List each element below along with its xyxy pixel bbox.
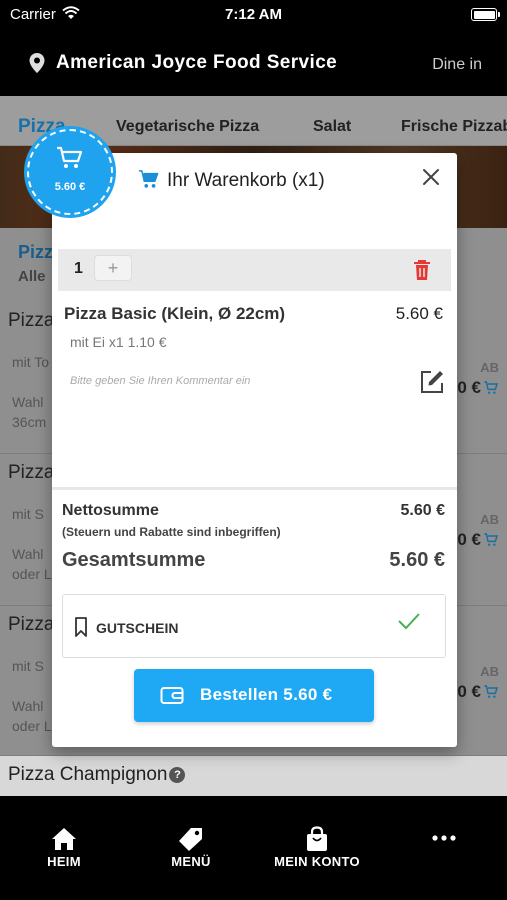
- product-description: mit To: [12, 354, 50, 370]
- category-tab-salad[interactable]: Salat: [313, 118, 351, 136]
- status-bar: Carrier 7:12 AM: [0, 0, 507, 30]
- increase-quantity-button[interactable]: +: [94, 255, 132, 281]
- category-filter[interactable]: Alle: [18, 268, 46, 285]
- add-to-cart-icon[interactable]: [483, 684, 499, 705]
- close-icon[interactable]: [421, 167, 441, 187]
- trash-icon[interactable]: [413, 259, 431, 286]
- voucher-label: GUTSCHEIN: [96, 620, 179, 636]
- product-price: 0 €: [457, 378, 481, 397]
- grand-total-value: 5.60 €: [389, 549, 445, 571]
- cart-badge-amount: 5.60 €: [54, 181, 86, 193]
- home-icon: [52, 828, 76, 850]
- product-description: mit S: [12, 658, 44, 674]
- more-icon: [432, 835, 456, 841]
- voucher-field[interactable]: GUTSCHEIN: [62, 594, 446, 658]
- info-icon[interactable]: ?: [169, 767, 186, 783]
- product-options: Wahl oder L: [12, 546, 52, 582]
- wallet-icon: [160, 685, 184, 710]
- clock: 7:12 AM: [225, 6, 282, 23]
- cart-item-quantity-row: 1 +: [58, 249, 451, 291]
- cart-item-price: 5.60 €: [395, 304, 443, 323]
- cart-icon: [56, 146, 84, 175]
- category-title: Pizz: [18, 242, 54, 262]
- product-name: Pizza: [8, 310, 55, 331]
- cart-total-badge[interactable]: 5.60 €: [24, 126, 116, 218]
- grand-total-label: Gesamtsumme: [62, 549, 206, 571]
- tax-note: (Steuern und Rabatte sind inbegriffen): [62, 525, 281, 539]
- item-quantity: 1: [74, 260, 83, 277]
- price-prefix: AB: [480, 360, 499, 375]
- tab-menu[interactable]: MENÜ: [141, 826, 241, 869]
- product-price: 0 €: [457, 682, 481, 701]
- order-button[interactable]: Bestellen 5.60 €: [134, 669, 374, 722]
- bookmark-icon: [74, 617, 88, 642]
- cart-item-option: mit Ei x1 1.10 €: [70, 334, 167, 350]
- product-name: Pizza Champignon?: [8, 764, 186, 786]
- product-name: Pizza: [8, 462, 55, 483]
- app-header: American Joyce Food Service Dine in: [0, 30, 507, 96]
- bottom-tab-bar: HEIM MENÜ MEIN KONTO: [0, 796, 507, 900]
- edit-comment-icon[interactable]: [419, 369, 445, 400]
- price-prefix: AB: [480, 664, 499, 679]
- cart-item-name: Pizza Basic (Klein, Ø 22cm): [64, 304, 286, 323]
- price-prefix: AB: [480, 512, 499, 527]
- location-pin-icon[interactable]: [28, 52, 46, 79]
- category-tab-vegetarian[interactable]: Vegetarische Pizza: [116, 118, 259, 136]
- tag-icon: [179, 828, 202, 851]
- dine-mode-toggle[interactable]: Dine in: [432, 56, 482, 74]
- cart-icon: [138, 168, 160, 195]
- restaurant-name[interactable]: American Joyce Food Service: [56, 52, 337, 74]
- product-card[interactable]: Pizza Champignon?: [0, 756, 507, 796]
- product-description: mit S: [12, 506, 44, 522]
- section-divider: [52, 487, 457, 490]
- tab-account-label: MEIN KONTO: [274, 854, 360, 869]
- tab-home-label: HEIM: [47, 854, 81, 869]
- tab-menu-label: MENÜ: [171, 854, 211, 869]
- tab-account[interactable]: MEIN KONTO: [267, 826, 367, 869]
- category-tab-fresh-pizza[interactable]: Frische Pizzabr: [401, 118, 507, 136]
- order-button-label: Bestellen 5.60 €: [200, 685, 333, 704]
- comment-input[interactable]: Bitte geben Sie Ihren Kommentar ein: [70, 375, 250, 387]
- check-icon[interactable]: [397, 611, 421, 636]
- product-price: 0 €: [457, 530, 481, 549]
- cart-title: Ihr Warenkorb (x1): [167, 170, 325, 191]
- add-to-cart-icon[interactable]: [483, 532, 499, 553]
- product-name: Pizza: [8, 614, 55, 635]
- battery-icon: [471, 8, 500, 21]
- product-options: Wahl 36cm: [12, 394, 47, 430]
- add-to-cart-icon[interactable]: [483, 380, 499, 401]
- tab-home[interactable]: HEIM: [14, 826, 114, 869]
- tab-more[interactable]: [394, 832, 494, 844]
- cart-dialog: Ihr Warenkorb (x1) 1 + Pizza Basic (Klei…: [52, 153, 457, 747]
- bag-icon: [307, 826, 327, 851]
- net-total-value: 5.60 €: [400, 502, 445, 519]
- product-options: Wahl oder L: [12, 698, 52, 734]
- net-total-label: Nettosumme: [62, 502, 159, 519]
